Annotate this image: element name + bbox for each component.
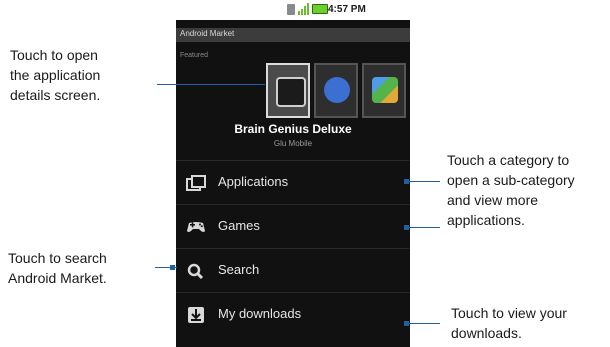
callout-marker bbox=[404, 225, 409, 230]
app-icon bbox=[372, 77, 398, 103]
gamepad-icon bbox=[187, 222, 205, 232]
featured-app-tile[interactable] bbox=[314, 63, 358, 118]
app-title: Android Market bbox=[180, 29, 235, 38]
menu-label-my-downloads: My downloads bbox=[218, 306, 302, 321]
callout-marker bbox=[404, 321, 409, 326]
featured-app-name: Brain Genius Deluxe bbox=[234, 122, 352, 136]
menu-label-games: Games bbox=[218, 218, 260, 233]
status-bar: 4:57 PM bbox=[176, 0, 410, 20]
app-icon bbox=[324, 77, 350, 103]
menu-label-applications: Applications bbox=[218, 174, 289, 189]
battery-icon bbox=[312, 4, 328, 14]
callout-marker bbox=[170, 265, 175, 270]
menu-label-search: Search bbox=[218, 262, 260, 277]
brain-app-icon bbox=[276, 77, 306, 107]
callout-search: Touch to search Android Market. bbox=[8, 250, 107, 286]
featured-app-developer: Glu Mobile bbox=[273, 139, 313, 148]
callout-app-details: Touch to open the application details sc… bbox=[10, 47, 101, 103]
app-title-bar: Android Market bbox=[176, 28, 410, 42]
sd-card-icon bbox=[287, 3, 295, 15]
signal-icon bbox=[298, 3, 309, 15]
phone-screen: 4:57 PM Android Market Featured Brain Ge… bbox=[176, 0, 410, 347]
menu-item-my-downloads[interactable]: My downloads bbox=[176, 292, 410, 337]
applications-icon bbox=[186, 175, 206, 191]
featured-app-tile[interactable] bbox=[362, 63, 406, 118]
search-icon bbox=[187, 263, 204, 279]
callout-category: Touch a category to open a sub-category … bbox=[447, 152, 575, 228]
download-icon bbox=[188, 307, 204, 323]
menu-item-applications[interactable]: Applications bbox=[176, 160, 410, 205]
status-time: 4:57 PM bbox=[328, 4, 366, 15]
leader-line bbox=[407, 227, 440, 228]
featured-label: Featured bbox=[180, 52, 209, 59]
featured-carousel[interactable] bbox=[264, 58, 410, 120]
featured-app-tile[interactable] bbox=[266, 63, 310, 118]
menu-item-search[interactable]: Search bbox=[176, 248, 410, 293]
menu-item-games[interactable]: Games bbox=[176, 204, 410, 249]
callout-marker bbox=[404, 179, 409, 184]
leader-line bbox=[407, 323, 440, 324]
leader-line bbox=[407, 181, 440, 182]
callout-downloads: Touch to view your downloads. bbox=[451, 305, 567, 341]
leader-line bbox=[157, 84, 265, 85]
